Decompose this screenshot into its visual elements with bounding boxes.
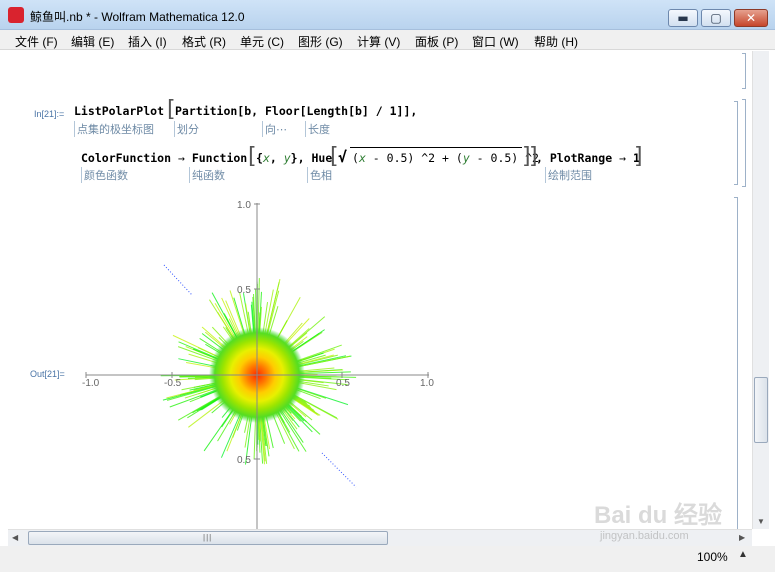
opt-colorfunction: ColorFunction: [81, 151, 172, 165]
sqrt-bar: [350, 147, 522, 148]
hint-floor: 向⋯: [262, 121, 287, 137]
zoom-level[interactable]: 100%: [697, 550, 728, 564]
menu-graphics[interactable]: 图形 (G): [298, 33, 343, 50]
menu-cell[interactable]: 单元 (C): [240, 33, 284, 50]
menu-insert[interactable]: 插入 (I): [128, 33, 167, 50]
vertical-scroll-thumb[interactable]: [754, 377, 768, 443]
func-function: Function: [191, 151, 248, 165]
baidu-watermark: Bai du 经验: [594, 502, 723, 529]
menu-palettes[interactable]: 面板 (P): [415, 33, 458, 50]
scroll-left-arrow-icon[interactable]: ◀: [12, 533, 18, 543]
menu-help[interactable]: 帮助 (H): [534, 33, 578, 50]
y-tick-05: 0.5: [237, 285, 251, 296]
window-title: 鲸鱼叫.nb * - Wolfram Mathematica 12.0: [30, 10, 245, 24]
maximize-button[interactable]: ▢: [701, 9, 731, 27]
polar-plot-canvas: -1.0 -0.5 0.5 1.0 1.0 0.5 0.5: [82, 200, 434, 529]
expr-var-x: x: [358, 151, 366, 165]
cell-bracket[interactable]: [742, 53, 746, 89]
menu-evaluation[interactable]: 计算 (V): [357, 33, 400, 50]
menu-edit[interactable]: 编辑 (E): [71, 33, 114, 50]
hint-listpolarplot: 点集的极坐标图: [74, 121, 154, 137]
hint-plotrange: 绘制范围: [545, 167, 592, 183]
code-sqrt-expr[interactable]: (x - 0.5) ^2 + (y - 0.5) ^2: [352, 151, 539, 165]
hint-partition: 划分: [174, 121, 199, 137]
x-tick-neg1: -1.0: [82, 378, 100, 389]
code-line-2[interactable]: ColorFunction → Function: [81, 151, 247, 165]
baidu-watermark-url: jingyan.baidu.com: [600, 530, 689, 542]
scroll-grip-icon: |||: [203, 533, 213, 542]
plot-stray-points-upper: [163, 264, 193, 296]
output-label: Out[21]=: [30, 369, 65, 379]
paren-open: (: [352, 151, 359, 165]
hint-hue: 色相: [307, 167, 332, 183]
comma: ,: [269, 151, 284, 165]
code-arg-1[interactable]: Partition[b, Floor[Length[b] / 1]],: [175, 104, 417, 118]
menu-window[interactable]: 窗口 (W): [472, 33, 519, 50]
expr-mid: - 0.5) ^2 + (: [365, 151, 463, 165]
output-cell-bracket[interactable]: [734, 197, 738, 529]
y-tick-1: 1.0: [237, 200, 251, 211]
x-tick-neg05: -0.5: [164, 378, 182, 389]
var-y: y: [283, 151, 291, 165]
scroll-right-arrow-icon[interactable]: ▶: [739, 533, 745, 543]
sqrt-symbol: √: [338, 148, 348, 166]
func-listpolarplot: ListPolarPlot: [74, 104, 165, 118]
code-plotrange[interactable]: , PlotRange → 1: [536, 151, 640, 165]
scroll-down-arrow-icon[interactable]: ▼: [757, 517, 765, 527]
plot-stray-points-lower: [321, 452, 357, 488]
title-bar: 鲸鱼叫.nb * - Wolfram Mathematica 12.0 ▬ ▢ …: [0, 0, 775, 30]
hint-length: 长度: [305, 121, 330, 137]
vertical-scrollbar[interactable]: ▼: [752, 51, 769, 529]
input-label: In[21]:=: [34, 109, 65, 119]
minimize-button[interactable]: ▬: [668, 9, 698, 27]
menu-bar: 文件 (F) 编辑 (E) 插入 (I) 格式 (R) 单元 (C) 图形 (G…: [0, 30, 775, 50]
x-tick-05: 0.5: [336, 378, 350, 389]
mathematica-logo-icon: [8, 7, 24, 23]
notebook-area[interactable]: In[21]:= ListPolarPlot [ Partition[b, Fl…: [8, 51, 752, 529]
status-bar: 100% ▲: [0, 546, 775, 572]
brace-close: },: [290, 151, 305, 165]
hint-colorfunction: 颜色函数: [81, 167, 128, 183]
zoom-menu-arrow-icon[interactable]: ▲: [738, 549, 748, 560]
close-button[interactable]: ✕: [734, 9, 768, 27]
var-x: x: [262, 151, 270, 165]
code-line-1[interactable]: ListPolarPlot: [74, 104, 164, 118]
bracket-close: ]: [634, 144, 643, 169]
hint-function: 纯函数: [189, 167, 225, 183]
code-vars[interactable]: {x, y}, Hue: [256, 151, 332, 165]
arrow-symbol: →: [177, 151, 185, 165]
menu-file[interactable]: 文件 (F): [15, 33, 58, 50]
arrow-symbol-2: →: [619, 151, 627, 165]
opt-plotrange: , PlotRange: [536, 151, 613, 165]
group-cell-bracket[interactable]: [742, 99, 746, 187]
input-cell-bracket[interactable]: [734, 101, 738, 185]
x-tick-1: 1.0: [420, 378, 434, 389]
polar-plot[interactable]: -1.0 -0.5 0.5 1.0 1.0 0.5 0.5: [64, 195, 444, 529]
y-tick-neg05: 0.5: [237, 455, 251, 466]
menu-format[interactable]: 格式 (R): [182, 33, 226, 50]
brace-open: {: [256, 151, 263, 165]
horizontal-scroll-thumb[interactable]: |||: [28, 531, 388, 545]
expr-var-y: y: [462, 151, 470, 165]
